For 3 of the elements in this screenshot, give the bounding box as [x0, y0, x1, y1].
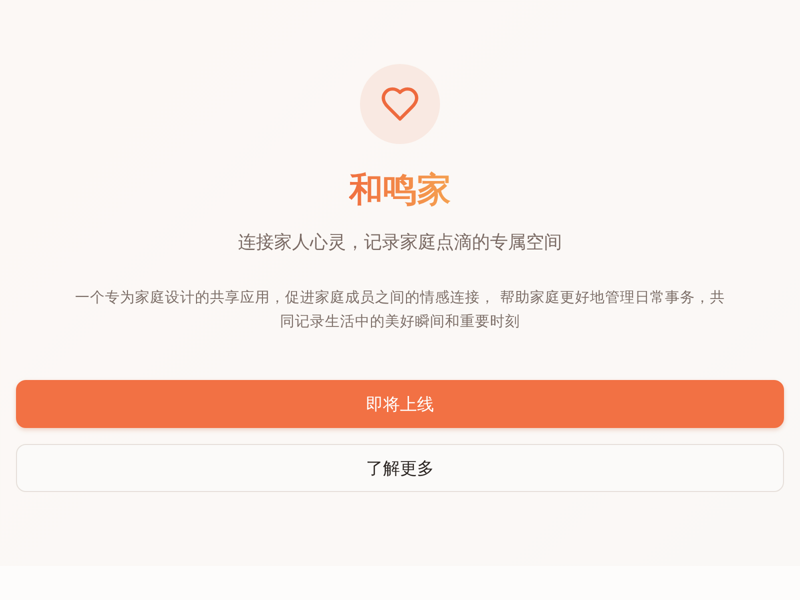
description: 一个专为家庭设计的共享应用，促进家庭成员之间的情感连接， 帮助家庭更好地管理日常事务，共同记录生活中的美好瞬间和重要时刻	[74, 288, 726, 332]
tagline: 连接家人心灵，记录家庭点滴的专属空间	[238, 231, 562, 255]
learn-more-button[interactable]: 了解更多	[16, 444, 784, 492]
